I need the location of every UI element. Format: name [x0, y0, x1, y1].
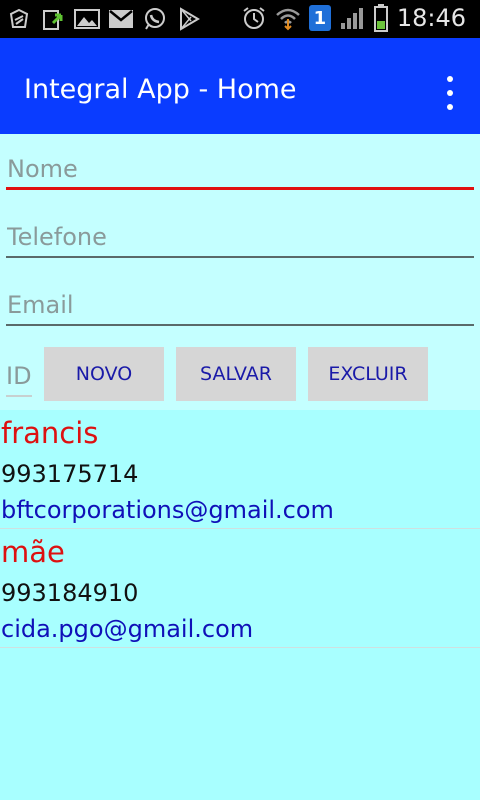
- email-field[interactable]: [6, 286, 475, 326]
- app-bar: Integral App - Home: [0, 38, 480, 134]
- usb-debug-icon: [6, 6, 32, 32]
- whatsapp-icon: [142, 6, 168, 32]
- phone-field[interactable]: [6, 218, 475, 258]
- gallery-icon: [74, 6, 100, 32]
- wifi-icon: [275, 5, 301, 31]
- signal-icon: [339, 5, 365, 31]
- save-button[interactable]: SALVAR: [176, 347, 296, 401]
- status-time: 18:46: [396, 4, 466, 32]
- contact-email: bftcorporations@gmail.com: [1, 496, 334, 524]
- overflow-menu-icon[interactable]: [438, 76, 462, 110]
- download-icon: [40, 6, 66, 32]
- contact-phone: 993175714: [1, 460, 139, 488]
- phone-input[interactable]: [6, 218, 475, 256]
- name-input[interactable]: [6, 150, 475, 188]
- list-item[interactable]: francis 993175714 bftcorporations@gmail.…: [0, 410, 480, 529]
- status-bar: 1 18:46: [0, 0, 480, 38]
- email-input[interactable]: [6, 286, 475, 324]
- alarm-icon: [241, 5, 267, 31]
- contact-name: mãe: [1, 535, 65, 569]
- id-underline: [6, 395, 32, 397]
- id-field[interactable]: [6, 357, 32, 397]
- id-input[interactable]: [6, 357, 32, 395]
- contact-form: NOVO SALVAR EXCLUIR: [0, 134, 480, 410]
- play-store-icon: [176, 6, 202, 32]
- contact-list: francis 993175714 bftcorporations@gmail.…: [0, 410, 480, 648]
- sim-badge-icon: 1: [308, 5, 331, 31]
- gmail-icon: [108, 6, 134, 32]
- battery-icon: [373, 4, 389, 32]
- contact-name: francis: [1, 416, 99, 450]
- delete-button[interactable]: EXCLUIR: [308, 347, 428, 401]
- email-underline: [6, 324, 474, 326]
- phone-underline: [6, 256, 474, 258]
- contact-email: cida.pgo@gmail.com: [1, 615, 254, 643]
- name-underline: [6, 187, 474, 190]
- list-item[interactable]: mãe 993184910 cida.pgo@gmail.com: [0, 529, 480, 648]
- new-button[interactable]: NOVO: [44, 347, 164, 401]
- name-field[interactable]: [6, 150, 475, 190]
- app-title: Integral App - Home: [24, 74, 297, 105]
- contact-phone: 993184910: [1, 579, 139, 607]
- sim-badge-label: 1: [313, 7, 327, 29]
